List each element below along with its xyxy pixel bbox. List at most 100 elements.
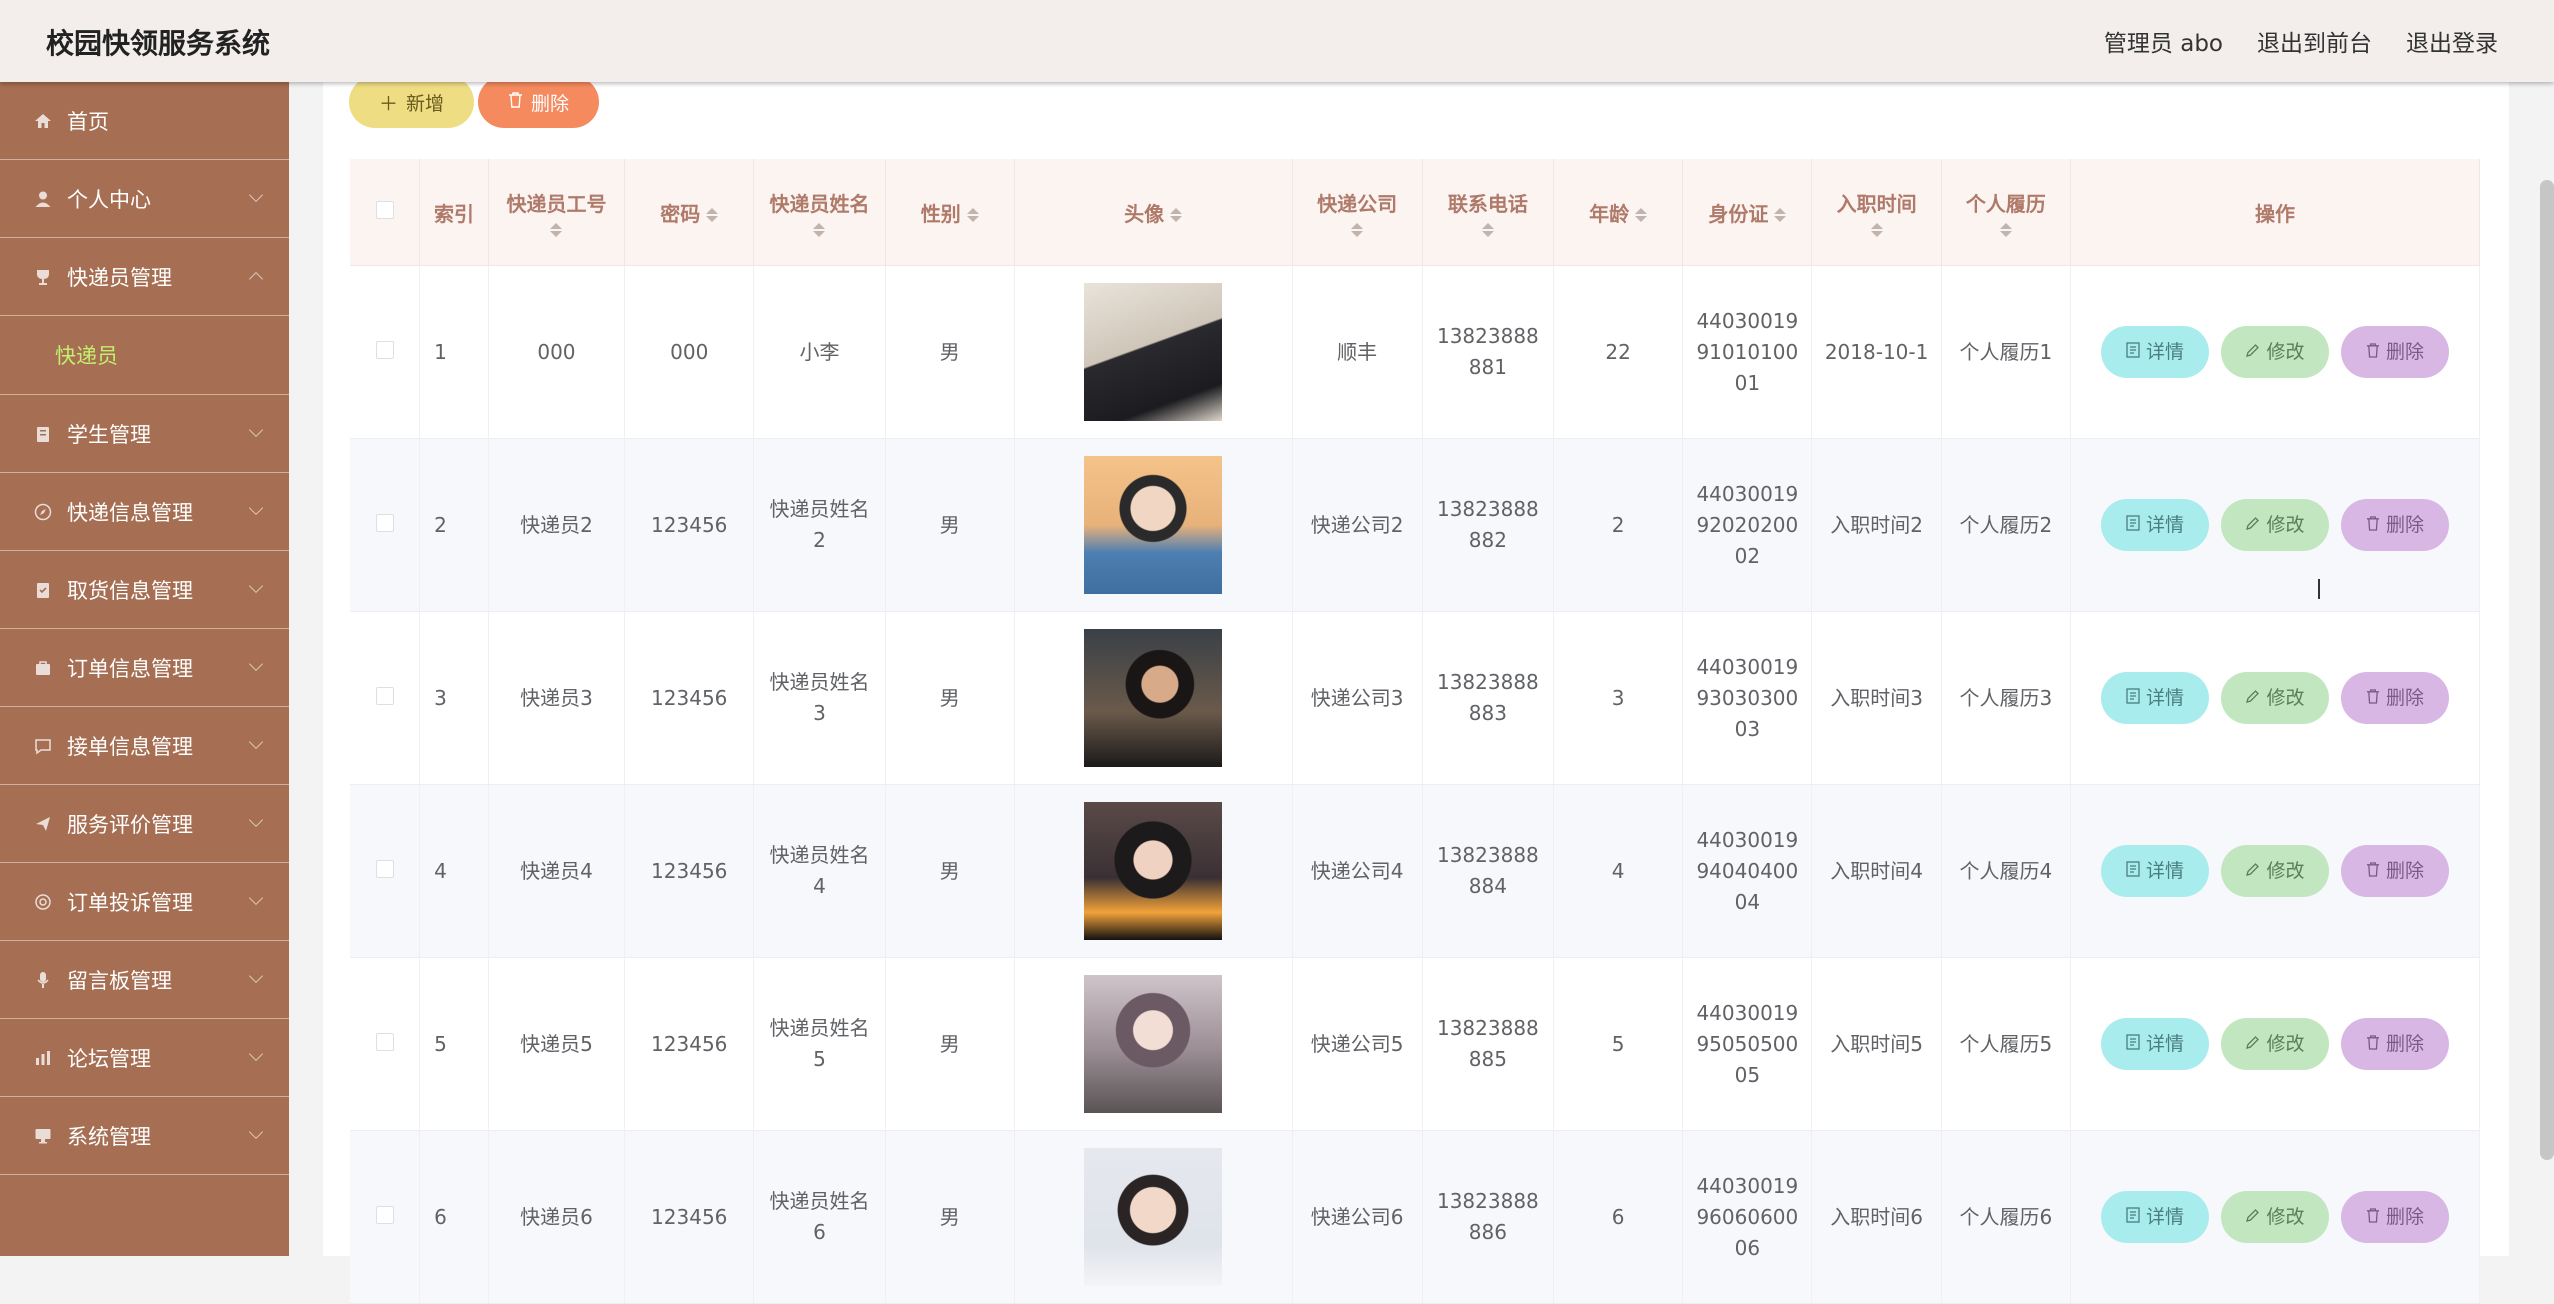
detail-button[interactable]: 详情 bbox=[2100, 1191, 2209, 1243]
sidebar-item-courier-management[interactable]: 快递员管理 bbox=[0, 238, 289, 316]
row-checkbox[interactable] bbox=[375, 340, 394, 359]
detail-button[interactable]: 详情 bbox=[2100, 672, 2209, 724]
column-header[interactable]: 快递员姓名 bbox=[753, 159, 886, 266]
cell-company: 快递公司2 bbox=[1292, 438, 1423, 612]
detail-label: 详情 bbox=[2145, 1032, 2184, 1055]
sort-icon[interactable] bbox=[1170, 208, 1183, 222]
column-header[interactable]: 快递公司 bbox=[1292, 159, 1423, 266]
sidebar-item-order-complaints[interactable]: 订单投诉管理 bbox=[0, 863, 289, 941]
row-checkbox[interactable] bbox=[375, 859, 394, 878]
row-delete-button[interactable]: 删除 bbox=[2340, 1191, 2449, 1243]
sort-icon[interactable] bbox=[1774, 208, 1787, 222]
cell-phone: 13823888 881 bbox=[1422, 265, 1555, 439]
sidebar-item-pickup-info[interactable]: 取货信息管理 bbox=[0, 551, 289, 629]
row-delete-button[interactable]: 删除 bbox=[2340, 672, 2449, 724]
sort-icon[interactable] bbox=[1299, 222, 1416, 237]
document-icon bbox=[2126, 683, 2140, 714]
sidebar-item-home[interactable]: 首页 bbox=[0, 82, 289, 160]
edit-button[interactable]: 修改 bbox=[2220, 845, 2329, 897]
detail-button[interactable]: 详情 bbox=[2100, 326, 2209, 378]
batch-delete-button[interactable]: 删除 bbox=[478, 76, 600, 128]
clipboard-icon bbox=[33, 424, 53, 444]
sort-icon[interactable] bbox=[1635, 208, 1648, 222]
user-icon bbox=[33, 189, 53, 209]
sort-icon[interactable] bbox=[760, 222, 878, 237]
edit-button[interactable]: 修改 bbox=[2220, 1191, 2329, 1243]
detail-button[interactable]: 详情 bbox=[2100, 845, 2209, 897]
sidebar-item-delivery-info[interactable]: 快递信息管理 bbox=[0, 473, 289, 551]
column-header[interactable]: 密码 bbox=[624, 159, 755, 266]
cell-phone: 13823888 884 bbox=[1422, 784, 1555, 958]
column-header[interactable]: 联系电话 bbox=[1422, 159, 1555, 266]
chevron-down-icon bbox=[248, 422, 264, 438]
page-scrollbar[interactable] bbox=[2540, 180, 2554, 1160]
detail-label: 详情 bbox=[2145, 1205, 2184, 1228]
cell-gender: 男 bbox=[885, 957, 1015, 1131]
column-header: 索引 bbox=[419, 159, 489, 266]
trash-icon bbox=[2366, 510, 2380, 541]
cell-worker-id: 快递员3 bbox=[488, 611, 626, 785]
trash-icon bbox=[508, 91, 523, 113]
sort-icon[interactable] bbox=[1818, 222, 1934, 237]
sidebar-item-label: 系统管理 bbox=[67, 1124, 151, 1149]
exit-to-front-link[interactable]: 退出到前台 bbox=[2257, 24, 2372, 58]
column-header[interactable]: 个人履历 bbox=[1941, 159, 2071, 266]
column-header-label: 入职时间 bbox=[1836, 191, 1917, 216]
cell-index: 4 bbox=[419, 784, 489, 958]
row-delete-button[interactable]: 删除 bbox=[2340, 845, 2449, 897]
sidebar-item-accept-info[interactable]: 接单信息管理 bbox=[0, 707, 289, 785]
edit-button[interactable]: 修改 bbox=[2220, 672, 2329, 724]
row-checkbox[interactable] bbox=[375, 686, 394, 705]
sidebar-item-profile[interactable]: 个人中心 bbox=[0, 160, 289, 238]
cell-avatar bbox=[1014, 784, 1293, 958]
sidebar-item-service-review[interactable]: 服务评价管理 bbox=[0, 785, 289, 863]
row-delete-button[interactable]: 删除 bbox=[2340, 499, 2449, 551]
row-checkbox[interactable] bbox=[375, 513, 394, 532]
sort-icon[interactable] bbox=[706, 208, 719, 222]
sidebar-item-order-info[interactable]: 订单信息管理 bbox=[0, 629, 289, 707]
table-row: 1 000 000 小李 男 顺丰 13823888 881 22 4403001… bbox=[350, 265, 2481, 439]
cell-join-time: 入职时间2 bbox=[1811, 438, 1942, 612]
edit-button[interactable]: 修改 bbox=[2220, 326, 2329, 378]
chevron-up-icon bbox=[248, 271, 264, 287]
row-checkbox[interactable] bbox=[375, 1032, 394, 1051]
cell-age: 3 bbox=[1553, 611, 1684, 785]
edit-button[interactable]: 修改 bbox=[2220, 499, 2329, 551]
column-header-label: 性别 bbox=[920, 201, 961, 226]
detail-button[interactable]: 详情 bbox=[2100, 1018, 2209, 1070]
column-header[interactable]: 入职时间 bbox=[1811, 159, 1942, 266]
detail-button[interactable]: 详情 bbox=[2100, 499, 2209, 551]
row-checkbox[interactable] bbox=[375, 1205, 394, 1224]
sort-icon[interactable] bbox=[1429, 222, 1547, 237]
column-header[interactable]: 性别 bbox=[885, 159, 1015, 266]
sidebar-item-students[interactable]: 学生管理 bbox=[0, 395, 289, 473]
column-header[interactable]: 年龄 bbox=[1553, 159, 1684, 266]
logout-link[interactable]: 退出登录 bbox=[2406, 24, 2498, 58]
sort-icon[interactable] bbox=[495, 222, 618, 237]
sidebar-item-system[interactable]: 系统管理 bbox=[0, 1097, 289, 1175]
sidebar-item-message-board[interactable]: 留言板管理 bbox=[0, 941, 289, 1019]
cell-actions: 详情 修改 删除 bbox=[2070, 957, 2481, 1131]
cell-id-card: 44030019 94040400 04 bbox=[1682, 784, 1813, 958]
delete-label: 删除 bbox=[2385, 513, 2424, 536]
row-delete-button[interactable]: 删除 bbox=[2340, 326, 2449, 378]
column-header[interactable]: 身份证 bbox=[1682, 159, 1813, 266]
cell-index: 5 bbox=[419, 957, 489, 1131]
add-button[interactable]: ＋ 新增 bbox=[349, 76, 475, 128]
cell-worker-id: 000 bbox=[488, 265, 626, 439]
column-header-label: 密码 bbox=[660, 201, 701, 226]
sort-icon[interactable] bbox=[966, 208, 979, 222]
sidebar-subitem-courier[interactable]: 快递员 bbox=[0, 316, 289, 395]
column-header[interactable]: 头像 bbox=[1014, 159, 1293, 266]
delete-label: 删除 bbox=[2385, 686, 2424, 709]
select-all-checkbox[interactable] bbox=[375, 201, 394, 219]
sidebar-item-label: 服务评价管理 bbox=[67, 812, 193, 837]
trash-icon bbox=[2366, 1029, 2380, 1060]
chevron-down-icon bbox=[248, 812, 264, 828]
row-delete-button[interactable]: 删除 bbox=[2340, 1018, 2449, 1070]
sort-icon[interactable] bbox=[1948, 222, 2064, 237]
edit-button[interactable]: 修改 bbox=[2220, 1018, 2329, 1070]
column-header[interactable]: 快递员工号 bbox=[488, 159, 626, 266]
sidebar-item-forum[interactable]: 论坛管理 bbox=[0, 1019, 289, 1097]
sidebar-item-label: 订单投诉管理 bbox=[67, 890, 193, 915]
